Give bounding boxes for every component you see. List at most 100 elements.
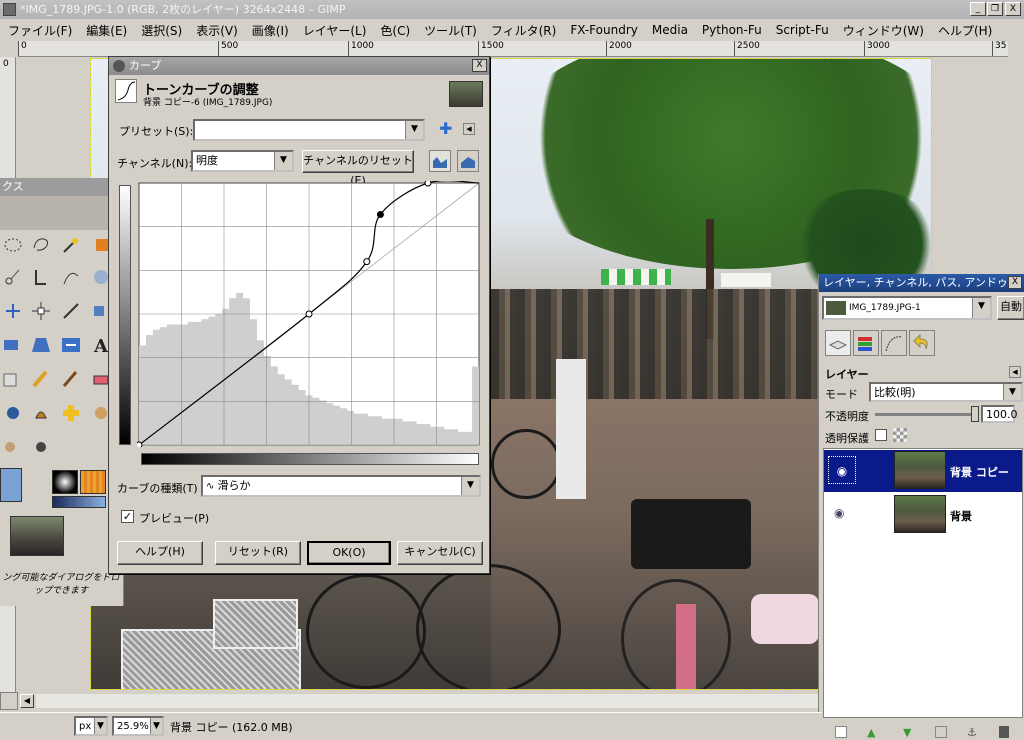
add-preset-icon[interactable]: ✚ bbox=[439, 121, 452, 137]
menu-filters[interactable]: フィルタ(R) bbox=[491, 22, 556, 39]
curve-control-point[interactable] bbox=[363, 258, 371, 266]
menu-image[interactable]: 画像(I) bbox=[252, 22, 289, 39]
opacity-field[interactable]: 100.0 bbox=[981, 405, 1018, 423]
preset-menu-icon[interactable]: ◀ bbox=[463, 123, 475, 135]
gradient-preview[interactable] bbox=[52, 496, 106, 508]
menu-view[interactable]: 表示(V) bbox=[196, 22, 238, 39]
tab-channels-icon[interactable] bbox=[853, 330, 879, 356]
active-image-thumbnail[interactable] bbox=[10, 516, 64, 556]
foreground-color-swatch[interactable] bbox=[0, 468, 22, 502]
curve-control-point[interactable] bbox=[424, 181, 432, 187]
menu-file[interactable]: ファイル(F) bbox=[8, 22, 72, 39]
opacity-slider-track[interactable] bbox=[875, 413, 977, 416]
dock-close-button[interactable]: X bbox=[1008, 276, 1022, 289]
minimize-button[interactable]: _ bbox=[970, 2, 986, 16]
airbrush-icon[interactable] bbox=[2, 402, 24, 424]
layer-row[interactable]: ◉ 背景 bbox=[824, 494, 1022, 536]
curve-control-point[interactable] bbox=[376, 210, 384, 218]
curve-control-point[interactable] bbox=[137, 441, 143, 447]
curve-type-label: カーブの種類(T) bbox=[117, 482, 198, 495]
horizontal-scrollbar[interactable] bbox=[36, 694, 818, 708]
close-button[interactable]: X bbox=[1005, 2, 1021, 16]
smudge-icon[interactable] bbox=[2, 436, 24, 458]
linear-histogram-icon[interactable] bbox=[429, 150, 451, 172]
flip-icon[interactable] bbox=[60, 334, 82, 356]
menu-script-fu[interactable]: Script-Fu bbox=[776, 23, 829, 37]
reset-button[interactable]: リセット(R) bbox=[215, 541, 301, 565]
layer-visibility-eye-icon[interactable]: ◉ bbox=[834, 506, 844, 520]
ruler-label: 2000 bbox=[606, 41, 632, 56]
new-layer-icon[interactable] bbox=[835, 726, 847, 738]
log-histogram-icon[interactable] bbox=[457, 150, 479, 172]
layer-name[interactable]: 背景 bbox=[950, 508, 972, 524]
auto-button[interactable]: 自動 bbox=[997, 296, 1024, 320]
opacity-slider-handle[interactable] bbox=[971, 406, 979, 422]
menu-python-fu[interactable]: Python-Fu bbox=[702, 23, 762, 37]
layers-dock-title: レイヤー, チャンネル, パス, アンドゥ bbox=[819, 274, 1024, 292]
pencil-icon[interactable] bbox=[30, 368, 52, 390]
curve-graph[interactable] bbox=[137, 181, 481, 447]
layer-visibility-eye-icon[interactable]: ◉ bbox=[828, 456, 856, 484]
curve-type-combo[interactable]: ∿ 滑らか ▼ bbox=[201, 475, 481, 497]
mode-combo[interactable]: 比較(明) ▼ bbox=[869, 382, 1023, 402]
duplicate-layer-icon[interactable] bbox=[935, 726, 947, 738]
ok-button[interactable]: OK(O) bbox=[307, 541, 391, 565]
preset-label: プリセット(S): bbox=[119, 125, 194, 138]
tab-paths-icon[interactable] bbox=[881, 330, 907, 356]
menu-help[interactable]: ヘルプ(H) bbox=[938, 22, 992, 39]
menu-media[interactable]: Media bbox=[652, 23, 688, 37]
status-bar: px ▼ 25.9% ▼ 背景 コピー (162.0 MB) bbox=[0, 712, 822, 740]
scroll-left-button[interactable]: ◀ bbox=[20, 694, 34, 708]
channel-combo[interactable]: 明度 ▼ bbox=[191, 150, 294, 172]
preset-combo[interactable]: ▼ bbox=[193, 119, 425, 141]
brush-preview[interactable] bbox=[52, 470, 78, 494]
curve-control-point[interactable] bbox=[305, 310, 313, 318]
curves-close-button[interactable]: X bbox=[472, 59, 487, 72]
navigate-icon[interactable] bbox=[0, 692, 18, 710]
layer-name[interactable]: 背景 コピー bbox=[950, 464, 1009, 480]
crop-icon[interactable] bbox=[2, 334, 24, 356]
heal-icon[interactable] bbox=[60, 402, 82, 424]
fuzzy-select-icon[interactable] bbox=[60, 234, 82, 256]
perspective-icon[interactable] bbox=[30, 334, 52, 356]
measure-icon[interactable] bbox=[60, 300, 82, 322]
lock-alpha-checkbox[interactable] bbox=[875, 429, 887, 441]
help-button[interactable]: ヘルプ(H) bbox=[117, 541, 203, 565]
delete-layer-icon[interactable] bbox=[999, 726, 1009, 738]
tab-undo-icon[interactable] bbox=[909, 330, 935, 356]
image-selector[interactable]: IMG_1789.JPG-1 ▼ bbox=[822, 296, 992, 320]
cancel-button[interactable]: キャンセル(C) bbox=[397, 541, 483, 565]
move-icon[interactable] bbox=[30, 300, 52, 322]
paths-icon[interactable] bbox=[60, 266, 82, 288]
paintbrush-icon[interactable] bbox=[60, 368, 82, 390]
tab-menu-icon[interactable]: ◀ bbox=[1009, 366, 1021, 378]
pattern-preview[interactable] bbox=[80, 470, 106, 494]
raise-layer-icon[interactable]: ▲ bbox=[867, 726, 875, 739]
anchor-layer-icon[interactable]: ⚓ bbox=[967, 726, 977, 739]
foreground-select-icon[interactable] bbox=[30, 266, 52, 288]
horizontal-ruler: 0 500 1000 1500 2000 2500 3000 35 bbox=[18, 41, 1008, 57]
menu-select[interactable]: 選択(S) bbox=[141, 22, 182, 39]
menu-edit[interactable]: 編集(E) bbox=[86, 22, 127, 39]
unit-combo[interactable]: px ▼ bbox=[74, 716, 108, 736]
bucket-fill-icon[interactable] bbox=[2, 368, 24, 390]
zoom-icon[interactable] bbox=[2, 300, 24, 322]
menu-layer[interactable]: レイヤー(L) bbox=[303, 22, 367, 39]
maximize-button[interactable]: ❐ bbox=[987, 2, 1003, 16]
reset-channel-button[interactable]: チャンネルのリセット(E) bbox=[302, 150, 414, 187]
zoom-combo[interactable]: 25.9% ▼ bbox=[112, 716, 164, 736]
layer-row-selected[interactable]: ◉ 背景 コピー bbox=[824, 450, 1022, 492]
lasso-select-icon[interactable] bbox=[30, 234, 52, 256]
scissors-icon[interactable] bbox=[2, 266, 24, 288]
menu-windows[interactable]: ウィンドウ(W) bbox=[843, 22, 924, 39]
menu-tools[interactable]: ツール(T) bbox=[424, 22, 477, 39]
tab-layers-icon[interactable] bbox=[825, 330, 851, 356]
menu-fx-foundry[interactable]: FX-Foundry bbox=[570, 23, 638, 37]
layer-thumbnail bbox=[894, 451, 946, 489]
menu-colors[interactable]: 色(C) bbox=[380, 22, 410, 39]
lower-layer-icon[interactable]: ▼ bbox=[903, 726, 911, 739]
ellipse-select-icon[interactable] bbox=[2, 234, 24, 256]
dodge-burn-icon[interactable] bbox=[30, 436, 52, 458]
ink-icon[interactable] bbox=[30, 402, 52, 424]
preview-checkbox[interactable]: ✓ bbox=[121, 510, 134, 523]
